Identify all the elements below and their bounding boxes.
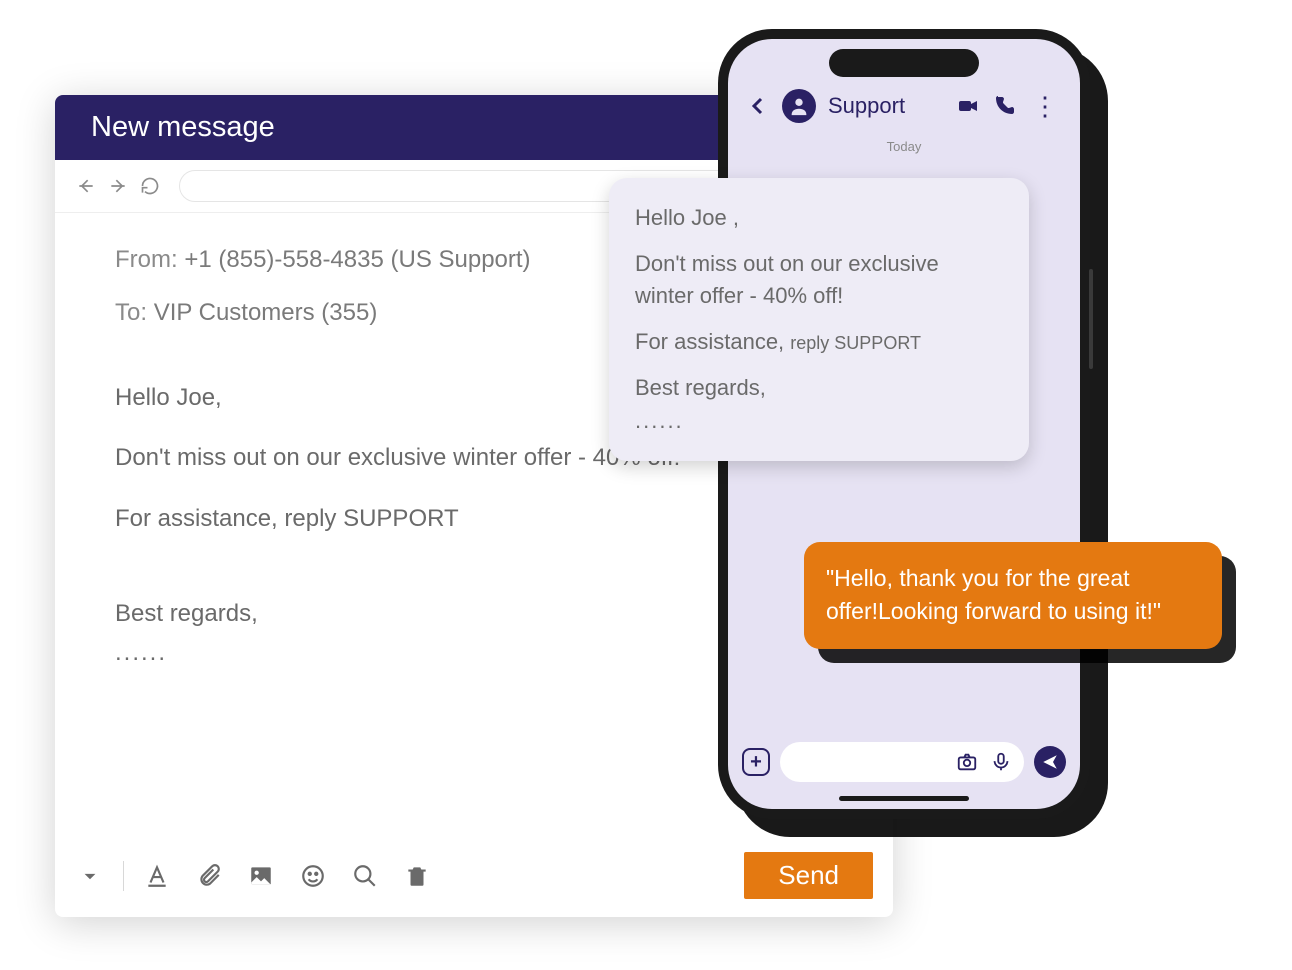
back-icon[interactable] [75, 175, 97, 197]
phone-side-button [1089, 269, 1093, 369]
video-icon[interactable] [956, 94, 980, 118]
compose-toolbar: Send [55, 842, 893, 917]
phone-notch [829, 49, 979, 77]
home-indicator [839, 796, 969, 801]
in-closing: Best regards, [635, 372, 1003, 404]
input-bar: + [728, 732, 1080, 796]
mic-icon[interactable] [990, 751, 1012, 773]
from-label: From: [115, 246, 178, 273]
search-icon[interactable] [350, 861, 380, 891]
add-button[interactable]: + [742, 748, 770, 776]
phone-icon[interactable] [992, 94, 1016, 118]
chevron-left-icon[interactable] [746, 94, 770, 118]
today-label: Today [728, 139, 1080, 154]
image-icon[interactable] [246, 861, 276, 891]
toolbar-divider [123, 861, 124, 891]
message-input[interactable] [780, 742, 1024, 782]
more-icon[interactable]: ⋮ [1028, 91, 1062, 122]
chevron-down-icon[interactable] [75, 861, 105, 891]
from-value: +1 (855)-558-4835 (US Support) [184, 246, 530, 273]
outgoing-message-bubble: "Hello, thank you for the great offer!Lo… [804, 542, 1222, 649]
to-value: VIP Customers (355) [154, 299, 378, 326]
trash-icon[interactable] [402, 861, 432, 891]
attachment-icon[interactable] [194, 861, 224, 891]
send-button[interactable]: Send [744, 852, 873, 899]
forward-icon[interactable] [107, 175, 129, 197]
in-greeting: Hello Joe , [635, 202, 1003, 234]
incoming-message-bubble: Hello Joe , Don't miss out on our exclus… [609, 178, 1029, 461]
emoji-icon[interactable] [298, 861, 328, 891]
avatar[interactable] [782, 89, 816, 123]
camera-icon[interactable] [956, 751, 978, 773]
in-dots: ...... [635, 405, 1003, 437]
refresh-icon[interactable] [139, 175, 161, 197]
in-line2: For assistance, reply SUPPORT [635, 326, 1003, 358]
send-message-button[interactable] [1034, 746, 1066, 778]
text-format-icon[interactable] [142, 861, 172, 891]
to-label: To: [115, 299, 147, 326]
contact-name: Support [828, 93, 905, 119]
in-line1: Don't miss out on our exclusive winter o… [635, 248, 1003, 312]
